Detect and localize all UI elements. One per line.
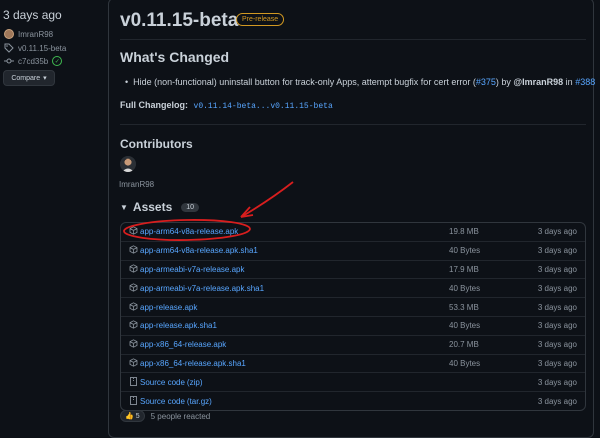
asset-date: 3 days ago — [537, 377, 577, 387]
asset-link[interactable]: app-release.apk — [140, 303, 197, 312]
asset-date: 3 days ago — [537, 340, 577, 350]
asset-link[interactable]: app-armeabi-v7a-release.apk.sha1 — [140, 284, 264, 293]
check-icon: ✓ — [52, 56, 63, 66]
contributors-heading: Contributors — [120, 137, 193, 151]
asset-row: Source code (tar.gz) 3 days ago — [121, 391, 585, 410]
asset-row: app-x86_64-release.apk 20.7 MB 3 days ago — [121, 334, 585, 354]
contributor-name[interactable]: ImranR98 — [119, 180, 154, 189]
asset-date: 3 days ago — [537, 321, 577, 331]
asset-date: 3 days ago — [537, 283, 577, 293]
change-text: Hide (non-functional) uninstall button f… — [133, 77, 476, 87]
asset-date: 3 days ago — [537, 358, 577, 368]
package-icon — [121, 245, 140, 256]
compare-button[interactable]: Compare ▾ — [3, 70, 55, 86]
asset-date: 3 days ago — [537, 302, 577, 312]
reaction-count: 5 — [135, 412, 140, 420]
contributor-avatar[interactable] — [120, 156, 136, 172]
asset-row: Source code (zip) 3 days ago — [121, 372, 585, 391]
package-icon — [121, 226, 140, 237]
asset-date: 3 days ago — [537, 227, 577, 237]
asset-row: app-armeabi-v7a-release.apk.sha1 40 Bytes… — [121, 278, 585, 297]
asset-link[interactable]: app-release.apk.sha1 — [140, 321, 217, 330]
asset-size: 53.3 MB — [449, 302, 479, 312]
asset-row: app-arm64-v8a-release.apk 19.8 MB 3 days a… — [121, 223, 585, 241]
assets-toggle[interactable]: ▼ Assets 10 — [120, 200, 200, 214]
reactions-bar: 👍 5 5 people reacted — [120, 410, 210, 422]
tag-row[interactable]: v0.11.15-beta — [4, 43, 66, 53]
pr-link[interactable]: #388 — [575, 77, 595, 87]
asset-size: 20.7 MB — [449, 340, 479, 350]
commit-sha[interactable]: c7cd35b — [18, 57, 48, 66]
asset-size: 40 Bytes — [449, 321, 481, 331]
file-zip-icon — [121, 395, 140, 407]
prerelease-badge: Pre-release — [236, 13, 285, 26]
asset-link[interactable]: app-x86_64-release.apk — [140, 340, 226, 349]
asset-link[interactable]: Source code — [140, 397, 185, 406]
asset-row: app-arm64-v8a-release.apk.sha1 40 Bytes 3 … — [121, 240, 585, 260]
author-name[interactable]: ImranR98 — [18, 30, 53, 39]
asset-row: app-armeabi-v7a-release.apk 17.9 MB 3 days… — [121, 259, 585, 279]
reaction-thumbs-up-button[interactable]: 👍 5 — [120, 410, 145, 422]
asset-link[interactable]: app-arm64-v8a-release.apk — [140, 227, 238, 236]
asset-row: app-release.apk 53.3 MB 3 days ago — [121, 297, 585, 316]
asset-size: 19.8 MB — [449, 227, 479, 237]
issue-link[interactable]: #375 — [476, 77, 496, 87]
package-icon — [121, 264, 140, 275]
thumbs-up-icon: 👍 — [125, 413, 134, 420]
asset-suffix: (tar.gz) — [186, 396, 212, 406]
whats-changed-heading: What's Changed — [120, 49, 230, 65]
author-row[interactable]: ImranR98 — [4, 29, 53, 39]
asset-link[interactable]: Source code — [140, 378, 185, 387]
file-zip-icon — [121, 376, 140, 388]
asset-size: 40 Bytes — [449, 358, 481, 368]
divider — [120, 124, 586, 125]
asset-size: 17.9 MB — [449, 264, 479, 274]
author-avatar — [4, 29, 14, 39]
release-sidebar: 3 days ago ImranR98 v0.11.15-beta c7cd35… — [0, 0, 108, 435]
change-author[interactable]: @ImranR98 — [513, 77, 563, 87]
asset-date: 3 days ago — [537, 246, 577, 256]
assets-count: 10 — [181, 202, 200, 212]
asset-row: app-release.apk.sha1 40 Bytes 3 days ago — [121, 315, 585, 335]
release-time: 3 days ago — [3, 8, 62, 22]
package-icon — [121, 301, 140, 313]
change-list-item: • Hide (non-functional) uninstall button… — [125, 77, 595, 87]
avatar-icon — [120, 156, 136, 172]
release-title[interactable]: v0.11.15-beta — [120, 10, 238, 32]
asset-size: 40 Bytes — [449, 283, 481, 293]
commit-row[interactable]: c7cd35b ✓ — [4, 56, 63, 66]
package-icon — [121, 320, 140, 331]
asset-link[interactable]: app-x86_64-release.apk.sha1 — [140, 359, 246, 368]
tag-name[interactable]: v0.11.15-beta — [18, 44, 66, 53]
package-icon — [121, 358, 140, 369]
asset-date: 3 days ago — [537, 396, 577, 406]
chevron-down-icon: ▾ — [43, 75, 47, 82]
full-changelog: Full Changelog: v0.11.14-beta...v0.11.15… — [120, 100, 333, 111]
asset-size: 40 Bytes — [449, 246, 481, 256]
package-icon — [121, 339, 140, 350]
change-by: ) by — [495, 77, 514, 87]
compare-label: Compare — [11, 74, 41, 82]
triangle-down-icon: ▼ — [120, 202, 128, 212]
divider — [120, 39, 586, 40]
asset-link[interactable]: app-arm64-v8a-release.apk.sha1 — [140, 246, 258, 255]
commit-icon — [4, 58, 14, 64]
assets-list: app-arm64-v8a-release.apk 19.8 MB 3 days a… — [120, 222, 586, 411]
asset-date: 3 days ago — [537, 264, 577, 274]
asset-suffix: (zip) — [186, 377, 203, 387]
tag-icon — [4, 43, 14, 53]
changelog-link[interactable]: v0.11.14-beta...v0.11.15-beta — [194, 102, 333, 111]
bullet-dot: • — [125, 77, 134, 87]
assets-heading: Assets — [132, 200, 173, 214]
reactions-summary: 5 people reacted — [150, 411, 211, 421]
asset-row: app-x86_64-release.apk.sha1 40 Bytes 3 day… — [121, 353, 585, 373]
asset-link[interactable]: app-armeabi-v7a-release.apk — [140, 265, 245, 274]
package-icon — [121, 283, 140, 294]
change-in: in — [563, 77, 576, 87]
changelog-label: Full Changelog: — [120, 100, 188, 110]
